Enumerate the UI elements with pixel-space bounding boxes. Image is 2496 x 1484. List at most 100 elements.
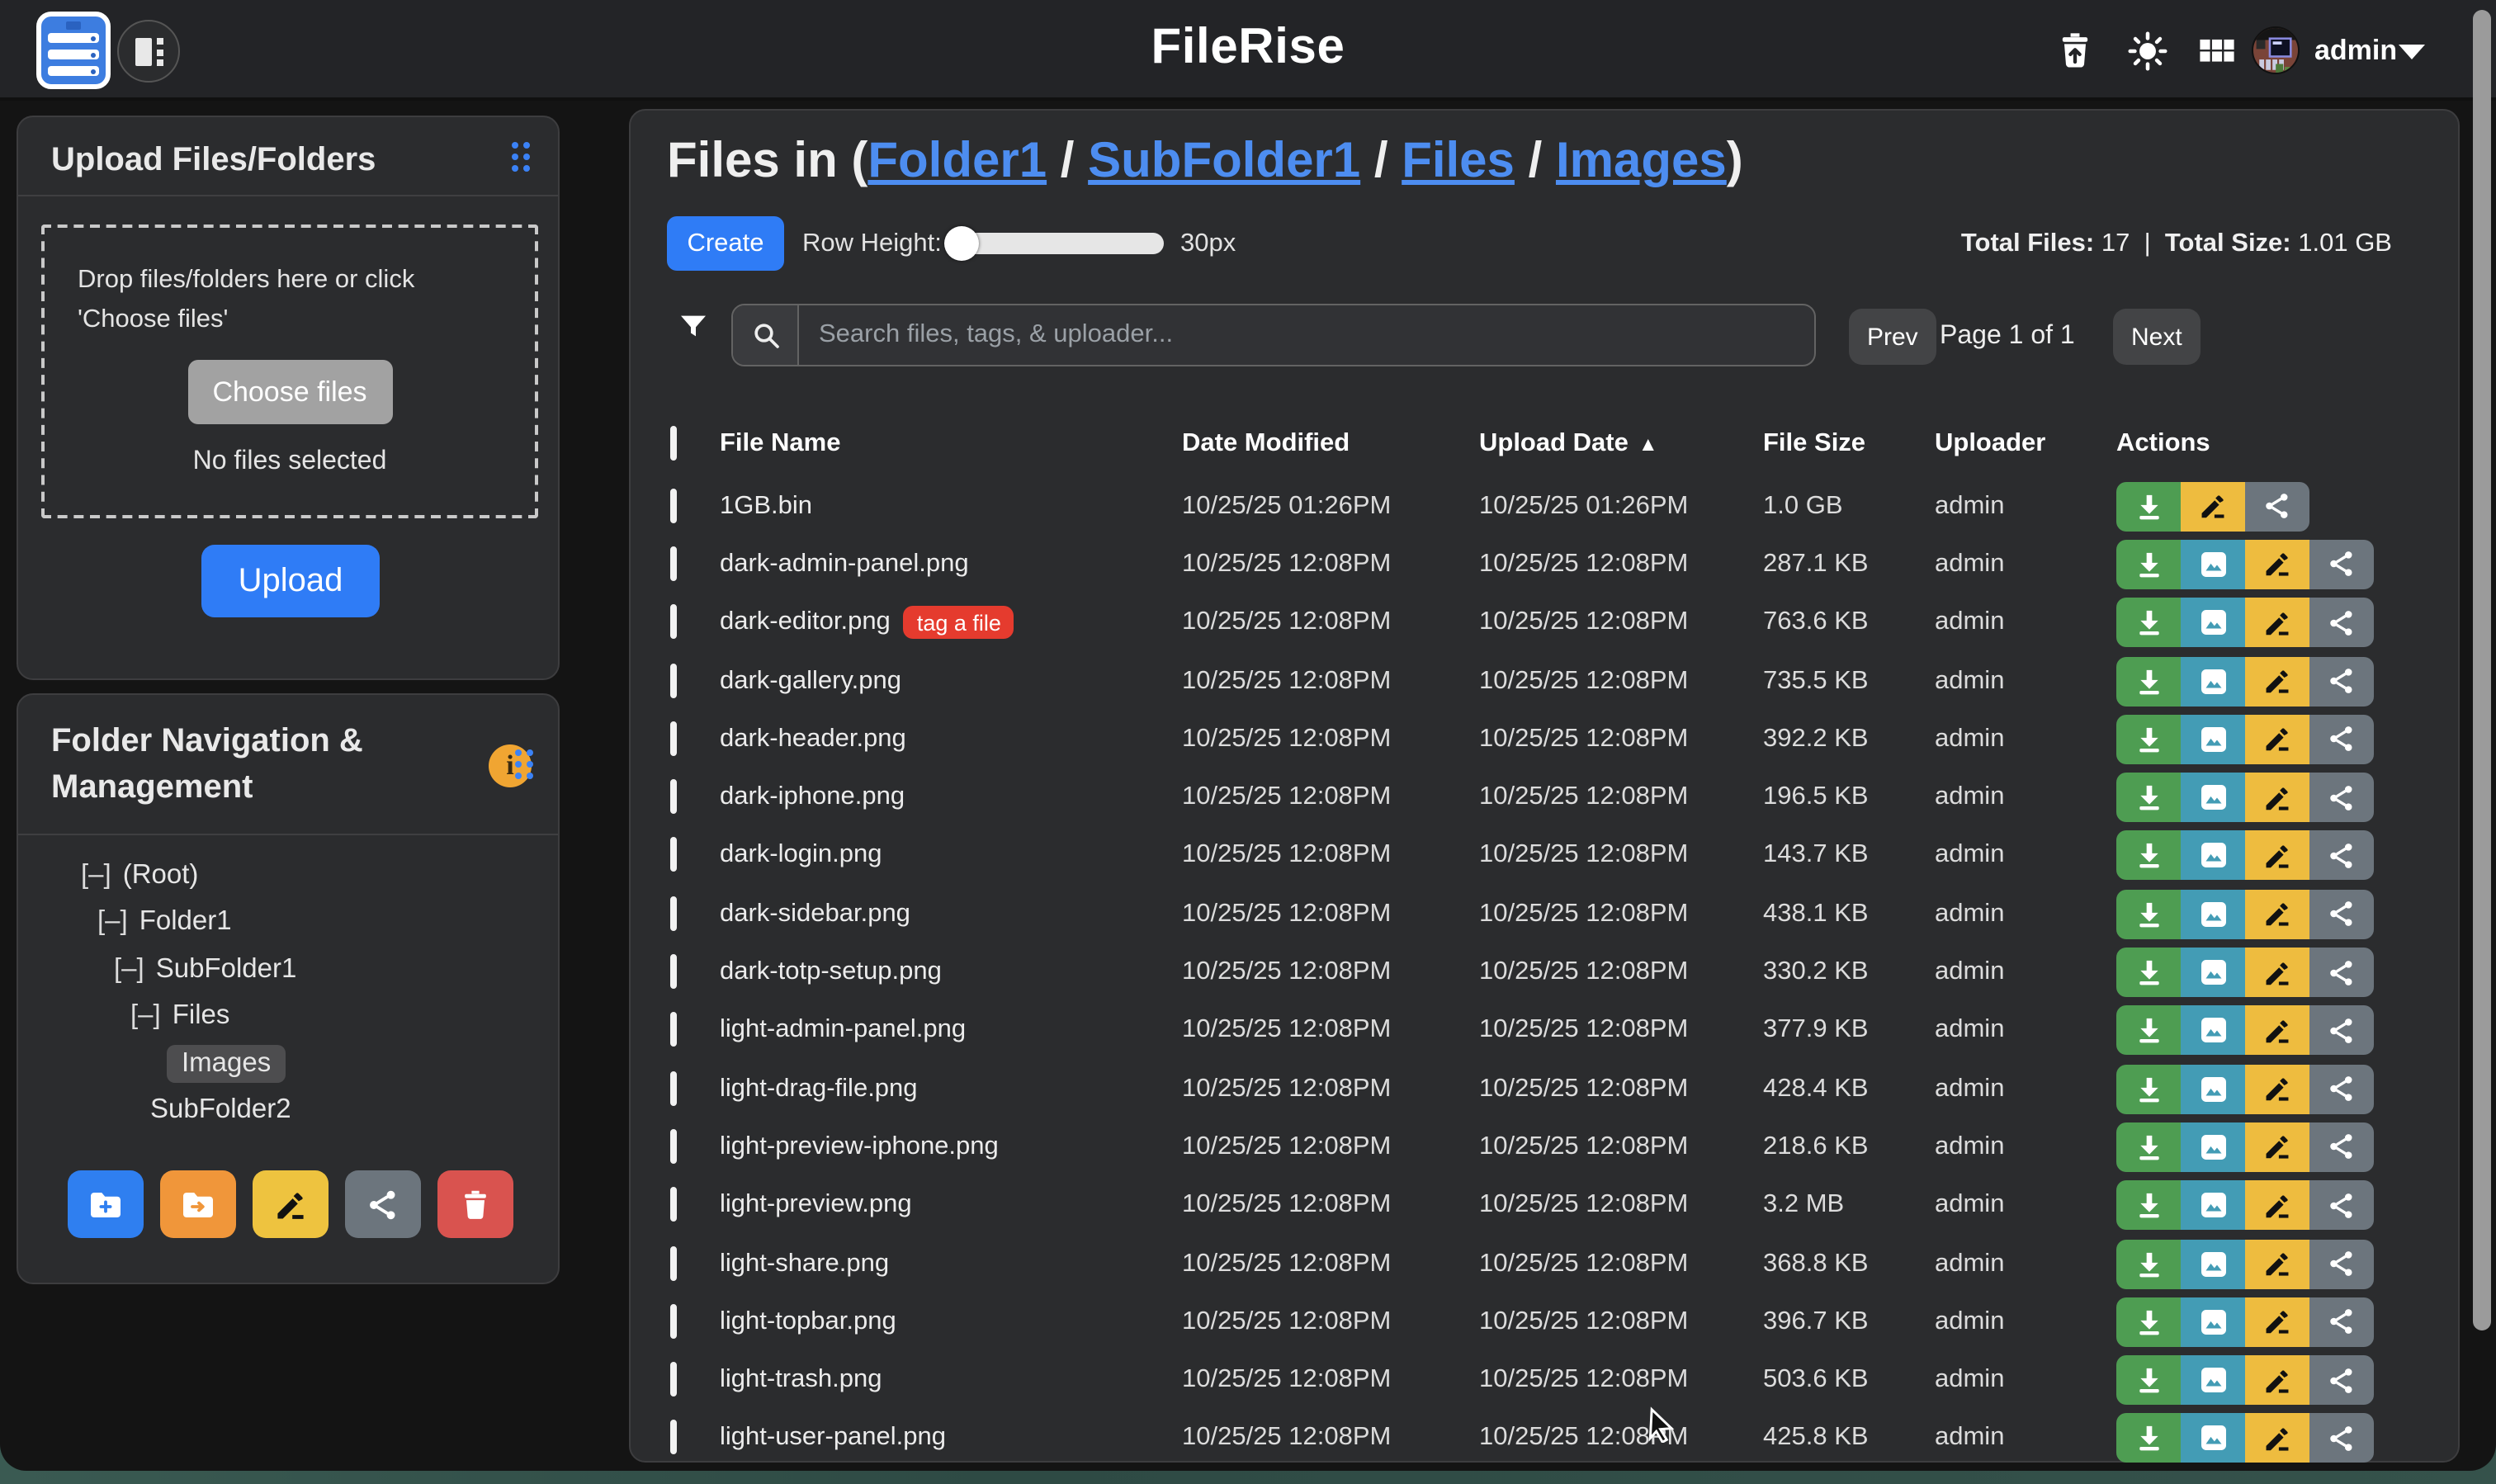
preview-button[interactable]	[2181, 773, 2245, 822]
row-height-slider[interactable]	[948, 233, 1164, 254]
tree-node-label[interactable]: Files	[173, 1001, 230, 1033]
row-checkbox[interactable]	[670, 1420, 677, 1455]
delete-folder-button[interactable]	[437, 1170, 513, 1238]
file-dropzone[interactable]: Drop files/folders here or click 'Choose…	[41, 224, 538, 518]
breadcrumb-link-images[interactable]: Images	[1556, 134, 1727, 188]
download-button[interactable]	[2116, 715, 2181, 764]
download-button[interactable]	[2116, 948, 2181, 997]
edit-button[interactable]	[2181, 481, 2245, 531]
row-checkbox[interactable]	[670, 721, 677, 756]
share-button[interactable]	[2309, 656, 2374, 706]
tree-node-label[interactable]: Folder1	[139, 907, 232, 938]
file-name[interactable]: dark-login.png	[720, 841, 882, 871]
tree-node-label[interactable]: SubFolder2	[150, 1095, 291, 1127]
row-checkbox[interactable]	[670, 779, 677, 814]
row-checkbox[interactable]	[670, 1304, 677, 1339]
share-button[interactable]	[2309, 1180, 2374, 1230]
file-name[interactable]: dark-editor.png	[720, 607, 891, 637]
file-name[interactable]: light-topbar.png	[720, 1307, 896, 1337]
file-name[interactable]: light-preview.png	[720, 1190, 912, 1220]
file-name[interactable]: 1GB.bin	[720, 491, 812, 521]
file-name[interactable]: light-trash.png	[720, 1365, 882, 1395]
grid-view-icon[interactable]	[2196, 30, 2238, 73]
select-all-checkbox[interactable]	[670, 426, 677, 461]
file-name[interactable]: light-drag-file.png	[720, 1074, 918, 1104]
row-checkbox[interactable]	[670, 896, 677, 930]
row-checkbox[interactable]	[670, 1013, 677, 1047]
tag-badge[interactable]: tag a file	[904, 606, 1014, 639]
file-name[interactable]: light-preview-iphone.png	[720, 1132, 999, 1162]
preview-button[interactable]	[2181, 1414, 2245, 1463]
share-button[interactable]	[2309, 540, 2374, 589]
tree-node-label[interactable]: SubFolder1	[156, 954, 297, 985]
share-button[interactable]	[2309, 1239, 2374, 1288]
breadcrumb-link-files[interactable]: Files	[1402, 134, 1515, 188]
edit-button[interactable]	[2245, 1064, 2309, 1113]
edit-button[interactable]	[2245, 1122, 2309, 1172]
file-name[interactable]: light-admin-panel.png	[720, 1016, 966, 1046]
row-checkbox[interactable]	[670, 604, 677, 639]
col-file-size[interactable]: File Size	[1763, 429, 1935, 459]
download-button[interactable]	[2116, 773, 2181, 822]
col-date-modified[interactable]: Date Modified	[1182, 429, 1479, 459]
prev-page-button[interactable]: Prev	[1849, 309, 1936, 365]
tree-node-files[interactable]: [–] Files	[18, 993, 558, 1040]
drag-handle-icon[interactable]	[515, 749, 535, 782]
edit-button[interactable]	[2245, 1414, 2309, 1463]
share-button[interactable]	[2309, 1064, 2374, 1113]
download-button[interactable]	[2116, 1355, 2181, 1405]
tree-node-folder1[interactable]: [–]Folder1	[18, 899, 558, 946]
breadcrumb-link-folder1[interactable]: Folder1	[867, 134, 1047, 188]
preview-button[interactable]	[2181, 540, 2245, 589]
share-button[interactable]	[2245, 481, 2309, 531]
share-button[interactable]	[2309, 1414, 2374, 1463]
tree-collapse-toggle[interactable]: [–]	[81, 860, 111, 891]
edit-button[interactable]	[2245, 540, 2309, 589]
download-button[interactable]	[2116, 1297, 2181, 1347]
slider-thumb[interactable]	[944, 226, 979, 261]
tree-collapse-toggle[interactable]: [–]	[130, 1001, 161, 1033]
share-button[interactable]	[2309, 773, 2374, 822]
edit-button[interactable]	[2245, 598, 2309, 647]
row-checkbox[interactable]	[670, 1187, 677, 1222]
file-name[interactable]: dark-totp-setup.png	[720, 957, 942, 987]
preview-button[interactable]	[2181, 1297, 2245, 1347]
share-button[interactable]	[2309, 715, 2374, 764]
download-button[interactable]	[2116, 598, 2181, 647]
light-mode-sun-icon[interactable]	[2126, 30, 2169, 73]
preview-button[interactable]	[2181, 656, 2245, 706]
search-icon-button[interactable]	[733, 305, 799, 365]
trash-restore-icon[interactable]	[2054, 30, 2097, 73]
download-button[interactable]	[2116, 889, 2181, 938]
preview-button[interactable]	[2181, 1180, 2245, 1230]
edit-button[interactable]	[2245, 656, 2309, 706]
preview-button[interactable]	[2181, 1064, 2245, 1113]
col-file-name[interactable]: File Name	[720, 429, 1182, 459]
download-button[interactable]	[2116, 656, 2181, 706]
search-input[interactable]	[799, 305, 1814, 365]
create-button[interactable]: Create	[667, 216, 784, 271]
download-button[interactable]	[2116, 540, 2181, 589]
tree-node-label-selected[interactable]: Images	[167, 1045, 286, 1083]
edit-button[interactable]	[2245, 773, 2309, 822]
file-name[interactable]: light-share.png	[720, 1249, 889, 1278]
row-checkbox[interactable]	[670, 1129, 677, 1164]
preview-button[interactable]	[2181, 1006, 2245, 1056]
edit-button[interactable]	[2245, 1180, 2309, 1230]
row-checkbox[interactable]	[670, 838, 677, 872]
row-checkbox[interactable]	[670, 488, 677, 522]
edit-button[interactable]	[2245, 1355, 2309, 1405]
share-button[interactable]	[2309, 1006, 2374, 1056]
row-checkbox[interactable]	[670, 663, 677, 697]
edit-button[interactable]	[2245, 889, 2309, 938]
tree-node-images[interactable]: Images	[18, 1040, 558, 1087]
share-button[interactable]	[2309, 889, 2374, 938]
download-button[interactable]	[2116, 831, 2181, 881]
download-button[interactable]	[2116, 1180, 2181, 1230]
share-button[interactable]	[2309, 831, 2374, 881]
share-button[interactable]	[2309, 1297, 2374, 1347]
download-button[interactable]	[2116, 1006, 2181, 1056]
download-button[interactable]	[2116, 1122, 2181, 1172]
col-uploader[interactable]: Uploader	[1935, 429, 2116, 459]
next-page-button[interactable]: Next	[2113, 309, 2201, 365]
